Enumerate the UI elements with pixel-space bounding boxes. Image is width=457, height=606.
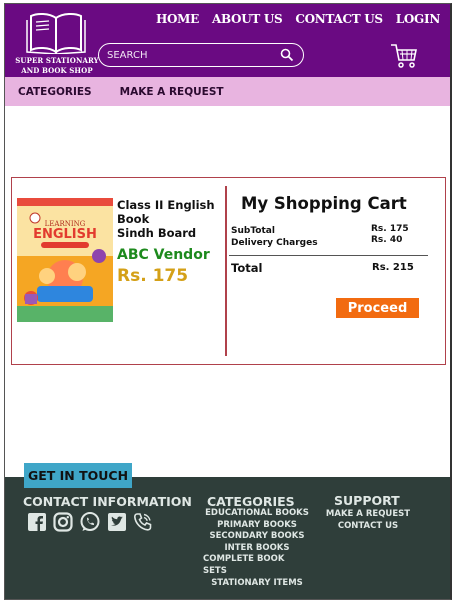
subtotal-value: Rs. 175 — [371, 224, 409, 234]
contact-heading: CONTACT INFORMATION — [23, 494, 192, 509]
footer-link-make-request[interactable]: MAKE A REQUEST — [326, 509, 410, 521]
footer-support-list: MAKE A REQUEST CONTACT US — [324, 509, 412, 532]
search-input[interactable] — [107, 47, 267, 63]
search-bar — [98, 43, 304, 67]
search-icon[interactable] — [280, 48, 294, 62]
site-header: SUPER STATIONARY AND BOOK SHOP HOME ABOU… — [5, 4, 450, 77]
get-in-touch-label: GET IN TOUCH — [24, 463, 132, 488]
shopping-cart-icon[interactable] — [390, 42, 418, 70]
instagram-icon[interactable] — [53, 512, 73, 532]
brand-name: SUPER STATIONARY AND BOOK SHOP — [11, 56, 103, 76]
brand-name-line1: SUPER STATIONARY — [15, 56, 99, 65]
subnav-categories[interactable]: CATEGORIES — [18, 86, 92, 98]
footer-categories-list: EDUCATIONAL BOOKS PRIMARY BOOKS SECONDAR… — [203, 508, 311, 589]
category-bar: CATEGORIES MAKE A REQUEST — [5, 77, 450, 106]
support-heading: SUPPORT — [334, 493, 400, 508]
subtotal-label: SubTotal — [231, 226, 275, 236]
footer-link-contact-us[interactable]: CONTACT US — [338, 521, 398, 533]
product-name: Class II English Book — [117, 198, 215, 226]
footer-link-complete-book-sets[interactable]: COMPLETE BOOK SETS — [203, 554, 311, 577]
total-label: Total — [231, 261, 263, 275]
proceed-button[interactable]: Proceed — [336, 298, 419, 318]
page-frame: SUPER STATIONARY AND BOOK SHOP HOME ABOU… — [4, 3, 452, 600]
vendor-name: ABC Vendor — [117, 247, 210, 263]
cart-panel: LEARNING ENGLISH Class II English Book S… — [11, 177, 446, 365]
total-divider — [229, 255, 428, 256]
footer-link-inter-books[interactable]: INTER BOOKS — [224, 543, 289, 555]
total-value: Rs. 215 — [372, 262, 414, 273]
panel-divider — [225, 186, 227, 356]
nav-login[interactable]: LOGIN — [396, 12, 441, 26]
product-board: Sindh Board — [117, 226, 197, 240]
footer-link-stationary-items[interactable]: STATIONARY ITEMS — [211, 578, 303, 590]
site-logo[interactable]: SUPER STATIONARY AND BOOK SHOP — [11, 8, 103, 76]
facebook-icon[interactable] — [27, 512, 47, 532]
product-title: Class II English Book Sindh Board — [117, 198, 227, 240]
categories-heading: CATEGORIES — [207, 494, 295, 509]
footer-link-educational-books[interactable]: EDUCATIONAL BOOKS — [205, 508, 309, 520]
brand-name-line2: AND BOOK SHOP — [21, 66, 93, 75]
whatsapp-icon[interactable] — [79, 511, 101, 533]
delivery-value: Rs. 40 — [371, 235, 403, 245]
book-logo-icon — [26, 12, 86, 54]
delivery-label: Delivery Charges — [231, 238, 318, 248]
main-nav: HOME ABOUT US CONTACT US LOGIN — [156, 12, 440, 26]
footer-link-secondary-books[interactable]: SECONDARY BOOKS — [210, 531, 305, 543]
subnav-make-request[interactable]: MAKE A REQUEST — [120, 86, 224, 98]
phone-icon[interactable] — [133, 512, 153, 532]
product-cover-image[interactable]: LEARNING ENGLISH — [17, 198, 113, 322]
footer-link-primary-books[interactable]: PRIMARY BOOKS — [217, 520, 297, 532]
nav-about-us[interactable]: ABOUT US — [212, 12, 283, 26]
nav-home[interactable]: HOME — [156, 12, 199, 26]
cart-title: My Shopping Cart — [241, 194, 407, 213]
social-links — [27, 511, 153, 533]
nav-contact-us[interactable]: CONTACT US — [295, 12, 383, 26]
product-price: Rs. 175 — [117, 266, 189, 286]
svg-text:ENGLISH: ENGLISH — [33, 227, 97, 242]
twitter-icon[interactable] — [107, 512, 127, 532]
